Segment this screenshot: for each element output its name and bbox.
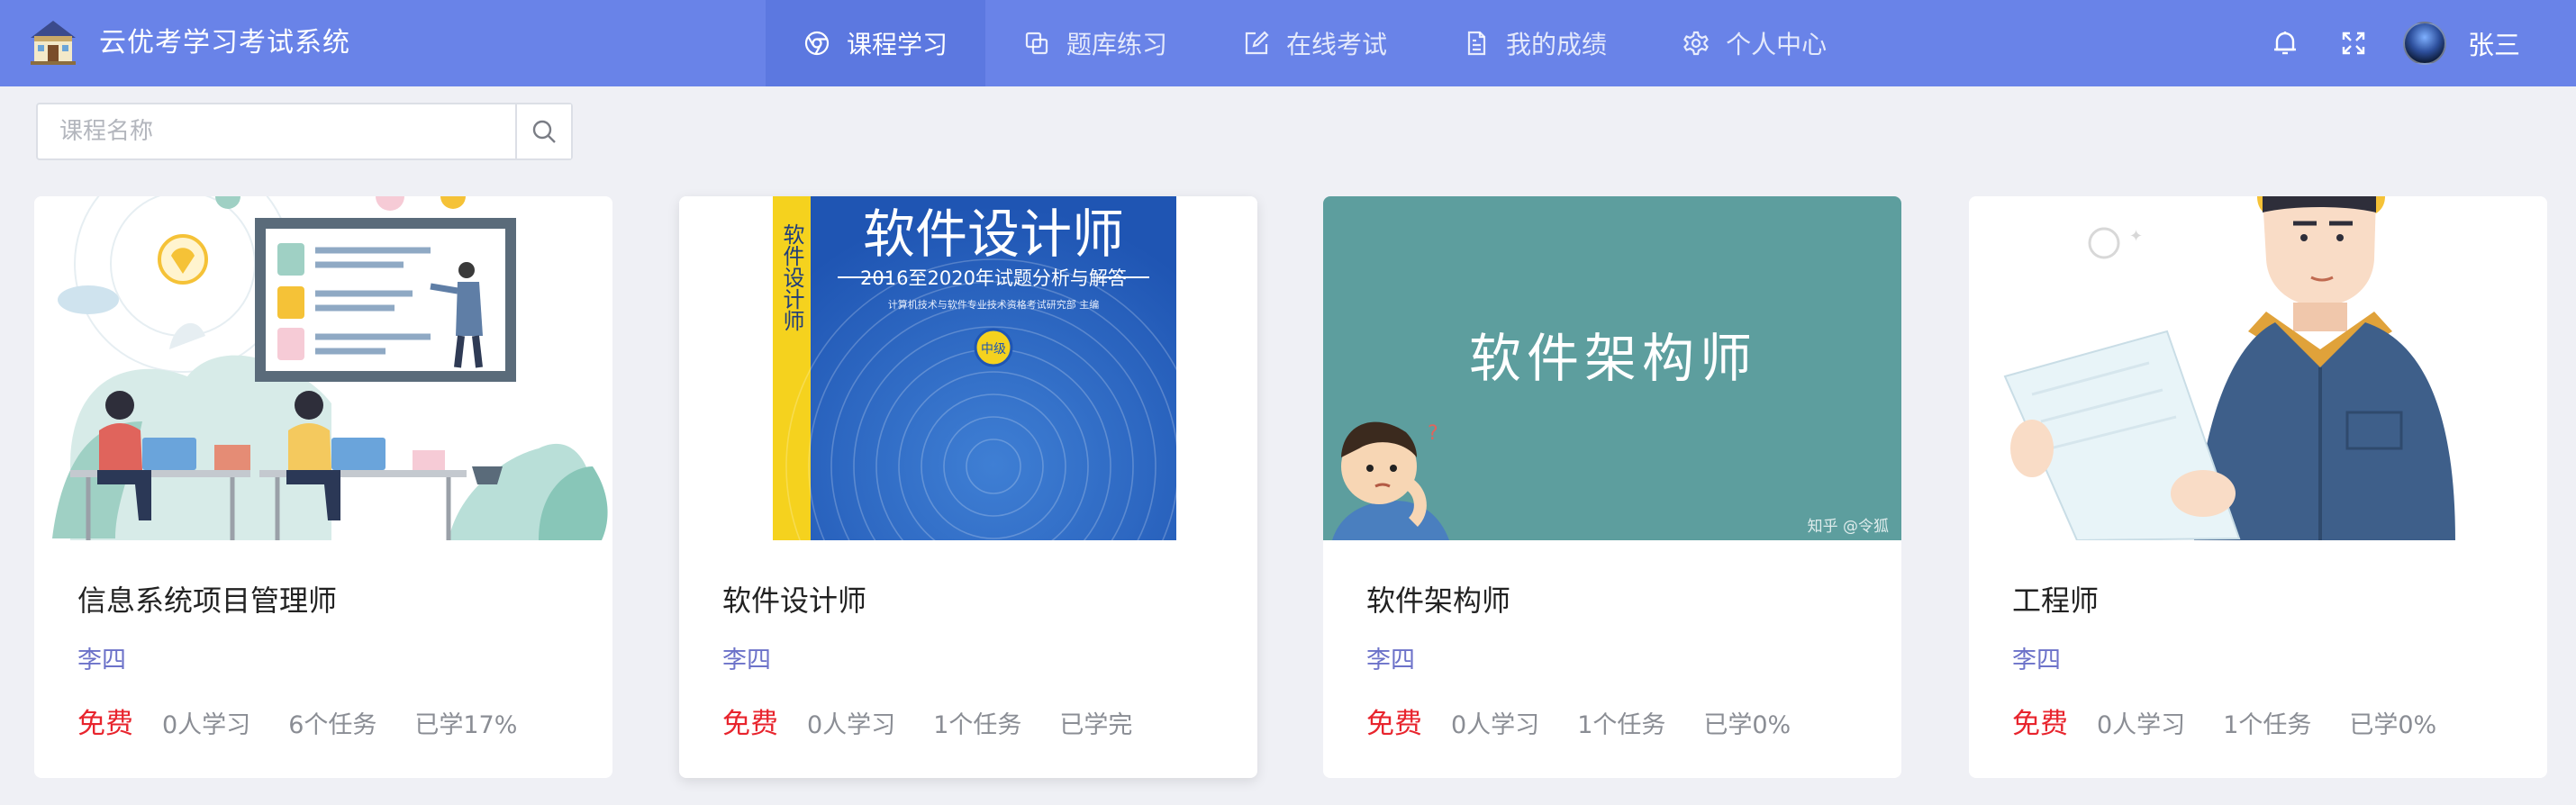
fullscreen-icon — [2342, 32, 2365, 55]
nav-course-study-label: 课程学习 — [847, 30, 948, 59]
fullscreen-button[interactable] — [2338, 28, 2369, 59]
classroom-illustration — [34, 196, 612, 540]
course-teacher: 李四 — [2012, 647, 2061, 674]
notification-button[interactable] — [2270, 28, 2300, 59]
book-cover-illustration: 软件设计师 2016至2020年试题分析与解答 计算机技术与软件专业技术资格考试… — [679, 196, 1257, 540]
nav-course-study[interactable]: 课程学习 — [766, 0, 986, 86]
user-avatar[interactable] — [2402, 22, 2446, 65]
course-title[interactable]: 软件设计师 — [722, 578, 866, 620]
header-tools: 张三 — [2270, 0, 2576, 86]
course-search-input[interactable] — [38, 104, 515, 158]
cover-banner-text: 软件架构师 — [1469, 328, 1757, 389]
course-learners: 0人学习 — [2097, 711, 2186, 739]
course-meta: 免费 0人学习 1个任务 已学0% — [2012, 701, 2474, 741]
course-price: 免费 — [77, 708, 133, 740]
book-subtitle: 2016至2020年试题分析与解答 — [860, 267, 1127, 289]
course-progress: 已学0% — [2349, 711, 2437, 739]
course-cover-image[interactable]: 软件设计师 2016至2020年试题分析与解答 计算机技术与软件专业技术资格考试… — [679, 196, 1257, 540]
course-progress: 已学17% — [414, 711, 518, 739]
course-teacher: 李四 — [77, 647, 126, 674]
svg-text:✦: ✦ — [2129, 227, 2143, 246]
course-meta: 免费 0人学习 1个任务 已学完 — [722, 701, 1170, 741]
exam-edit-icon — [1245, 31, 1269, 55]
search-icon — [532, 120, 556, 143]
course-price: 免费 — [722, 708, 778, 740]
search-button[interactable] — [515, 104, 571, 158]
book-spine-title: 软件设计师 — [779, 223, 804, 331]
nav-question-bank[interactable]: 题库练习 — [985, 0, 1205, 86]
course-title[interactable]: 工程师 — [2012, 578, 2099, 620]
report-icon — [1467, 31, 1486, 56]
course-tasks: 1个任务 — [933, 711, 1022, 739]
watermark: 知乎 @令狐 — [1808, 518, 1889, 536]
nav-online-exam[interactable]: 在线考试 — [1205, 0, 1425, 86]
level-badge: 中级 — [981, 342, 1006, 357]
book-title: 软件设计师 — [863, 204, 1124, 265]
course-progress: 已学0% — [1703, 711, 1791, 739]
course-meta: 免费 0人学习 6个任务 已学17% — [77, 701, 555, 741]
course-cover-image[interactable]: ✦ — [1969, 196, 2547, 540]
nav-question-bank-label: 题库练习 — [1066, 30, 1168, 59]
question-mark-icon: ? — [1428, 422, 1438, 445]
course-cover-image[interactable] — [34, 196, 612, 540]
course-cover-image[interactable]: 软件架构师 ? 知乎 @令狐 — [1323, 196, 1901, 540]
nav-my-scores[interactable]: 我的成绩 — [1425, 0, 1645, 86]
main-nav: 课程学习 题库练习 在线考试 我的成绩 个人中心 — [766, 0, 1864, 86]
course-teacher: 李四 — [1366, 647, 1415, 674]
school-logo-icon[interactable] — [29, 18, 77, 67]
course-teacher: 李四 — [722, 647, 771, 674]
course-title[interactable]: 软件架构师 — [1366, 578, 1510, 620]
course-search-box — [36, 103, 573, 160]
course-tasks: 1个任务 — [1577, 711, 1666, 739]
architect-cover-illustration: 软件架构师 ? 知乎 @令狐 — [1323, 196, 1901, 540]
course-icon — [804, 31, 830, 56]
course-meta: 免费 0人学习 1个任务 已学0% — [1366, 701, 1828, 741]
course-card[interactable]: 软件架构师 ? 知乎 @令狐 软件架构师 李四 免费 0人学习 1个任务 已学0… — [1323, 196, 1901, 778]
course-title[interactable]: 信息系统项目管理师 — [77, 578, 337, 620]
app-title: 云优考学习考试系统 — [99, 27, 350, 59]
username[interactable]: 张三 — [2468, 24, 2520, 62]
course-card[interactable]: 信息系统项目管理师 李四 免费 0人学习 6个任务 已学17% — [34, 196, 612, 778]
course-card[interactable]: ✦ 工程师 李四 免费 0人学习 1个任务 已学0% — [1969, 196, 2547, 778]
course-price: 免费 — [1366, 708, 1422, 740]
course-learners: 0人学习 — [1451, 711, 1540, 739]
engineer-illustration: ✦ — [1969, 196, 2547, 540]
nav-online-exam-label: 在线考试 — [1286, 30, 1388, 59]
nav-personal-center[interactable]: 个人中心 — [1645, 0, 1864, 86]
top-navigation-bar: 云优考学习考试系统 课程学习 题库练习 在线考试 我的成绩 个人中心 张三 — [0, 0, 2576, 86]
course-learners: 0人学习 — [162, 711, 251, 739]
course-card[interactable]: 软件设计师 2016至2020年试题分析与解答 计算机技术与软件专业技术资格考试… — [679, 196, 1257, 778]
nav-my-scores-label: 我的成绩 — [1506, 30, 1608, 59]
course-tasks: 1个任务 — [2223, 711, 2312, 739]
nav-personal-center-label: 个人中心 — [1726, 30, 1828, 59]
course-learners: 0人学习 — [807, 711, 896, 739]
course-tasks: 6个任务 — [288, 711, 377, 739]
book-editor: 计算机技术与软件专业技术资格考试研究部 主编 — [888, 298, 1100, 311]
course-progress: 已学完 — [1059, 711, 1133, 739]
question-bank-icon — [1025, 32, 1048, 55]
bell-icon — [2273, 32, 2296, 55]
gear-icon — [1683, 31, 1709, 56]
course-price: 免费 — [2012, 708, 2068, 740]
